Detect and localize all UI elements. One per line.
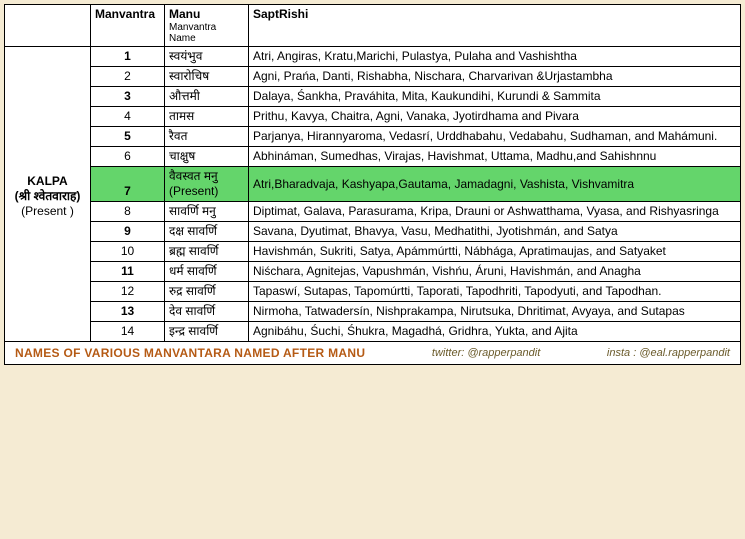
manu-name: वैवस्वत मनु (Present) [165,167,249,202]
table-row: 2स्वारोचिषAgni, Prańa, Danti, Rishabha, … [5,67,741,87]
manu-name: स्वारोचिष [165,67,249,87]
manvantra-index: 14 [91,322,165,342]
manvantra-index: 10 [91,242,165,262]
manu-name: देव सावर्णि [165,302,249,322]
manvantra-index: 4 [91,107,165,127]
hdr-kalpa [5,5,91,47]
table-row: 11धर्म सावर्णिNiśchara, Agnitejas, Vapus… [5,262,741,282]
manu-name: रैवत [165,127,249,147]
saptrishi-names: Parjanya, Hirannyaroma, Vedasrí, Urddhab… [249,127,741,147]
saptrishi-names: Havishmán, Sukriti, Satya, Apámmúrtti, N… [249,242,741,262]
saptrishi-names: Diptimat, Galava, Parasurama, Kripa, Dra… [249,202,741,222]
manvantra-index: 6 [91,147,165,167]
kalpa-cell: KALPA(श्री श्वेतवाराह)(Present ) [5,47,91,342]
manvantra-index: 11 [91,262,165,282]
table-row: 6चाक्षुषAbhináman, Sumedhas, Virajas, Ha… [5,147,741,167]
saptrishi-names: Savana, Dyutimat, Bhavya, Vasu, Medhatit… [249,222,741,242]
kalpa-label: KALPA [9,174,86,189]
manu-name: ब्रह्म सावर्णि [165,242,249,262]
table-row: 12रुद्र सावर्णिTapaswí, Sutapas, Tapomúr… [5,282,741,302]
table-row: 9दक्ष सावर्णिSavana, Dyutimat, Bhavya, V… [5,222,741,242]
saptrishi-names: Nirmoha, Tatwadersín, Nishprakampa, Niru… [249,302,741,322]
manvantra-index: 7 [91,167,165,202]
manu-name: धर्म सावर्णि [165,262,249,282]
manu-name: सावर्णि मनु [165,202,249,222]
manu-name: स्वयंभुव [165,47,249,67]
hdr-manvantra: Manvantra [91,5,165,47]
kalpa-sub: (श्री श्वेतवाराह) [9,189,86,204]
manu-name: औत्तमी [165,87,249,107]
manvantra-index: 1 [91,47,165,67]
header-row: Manvantra Manu Manvantra Name SaptRishi [5,5,741,47]
hdr-manu: Manu Manvantra Name [165,5,249,47]
table-row: 13देव सावर्णिNirmoha, Tatwadersín, Nishp… [5,302,741,322]
table-row: 5रैवतParjanya, Hirannyaroma, Vedasrí, Ur… [5,127,741,147]
table-row: 7वैवस्वत मनु (Present)Atri,Bharadvaja, K… [5,167,741,202]
manvantra-index: 5 [91,127,165,147]
manu-name: रुद्र सावर्णि [165,282,249,302]
hdr-manu-main: Manu [169,7,200,21]
saptrishi-names: Agnibáhu, Śuchi, Śhukra, Magadhá, Gridhr… [249,322,741,342]
table-row: 3औत्तमीDalaya, Śankha, Praváhita, Mita, … [5,87,741,107]
saptrishi-names: Agni, Prańa, Danti, Rishabha, Nischara, … [249,67,741,87]
manvantara-table: Manvantra Manu Manvantra Name SaptRishi … [4,4,741,342]
manu-name: तामस [165,107,249,127]
kalpa-present: (Present ) [9,204,86,219]
table-row: 4तामसPrithu, Kavya, Chaitra, Agni, Vanak… [5,107,741,127]
saptrishi-names: Niśchara, Agnitejas, Vapushmán, Vishńu, … [249,262,741,282]
footer-bar: NAMES OF VARIOUS MANVANTARA NAMED AFTER … [4,342,741,365]
manu-name: दक्ष सावर्णि [165,222,249,242]
footer-twitter: twitter: @rapperpandit [432,347,540,359]
footer-title: NAMES OF VARIOUS MANVANTARA NAMED AFTER … [15,346,365,360]
table-row: KALPA(श्री श्वेतवाराह)(Present )1स्वयंभु… [5,47,741,67]
manvantra-index: 8 [91,202,165,222]
manu-name: चाक्षुष [165,147,249,167]
hdr-saptrishi: SaptRishi [249,5,741,47]
manu-name: इन्द्र सावर्णि [165,322,249,342]
table-row: 10ब्रह्म सावर्णिHavishmán, Sukriti, Saty… [5,242,741,262]
manvantra-index: 13 [91,302,165,322]
footer-insta: insta : @eal.rapperpandit [607,347,730,359]
saptrishi-names: Tapaswí, Sutapas, Tapomúrtti, Taporati, … [249,282,741,302]
hdr-manu-sub: Manvantra Name [169,22,244,44]
manvantra-index: 2 [91,67,165,87]
saptrishi-names: Prithu, Kavya, Chaitra, Agni, Vanaka, Jy… [249,107,741,127]
saptrishi-names: Abhináman, Sumedhas, Virajas, Havishmat,… [249,147,741,167]
manvantra-index: 3 [91,87,165,107]
table-row: 14इन्द्र सावर्णिAgnibáhu, Śuchi, Śhukra,… [5,322,741,342]
saptrishi-names: Atri, Angiras, Kratu,Marichi, Pulastya, … [249,47,741,67]
saptrishi-names: Dalaya, Śankha, Praváhita, Mita, Kaukund… [249,87,741,107]
table-row: 8सावर्णि मनुDiptimat, Galava, Parasurama… [5,202,741,222]
manvantra-index: 9 [91,222,165,242]
saptrishi-names: Atri,Bharadvaja, Kashyapa,Gautama, Jamad… [249,167,741,202]
manvantra-index: 12 [91,282,165,302]
